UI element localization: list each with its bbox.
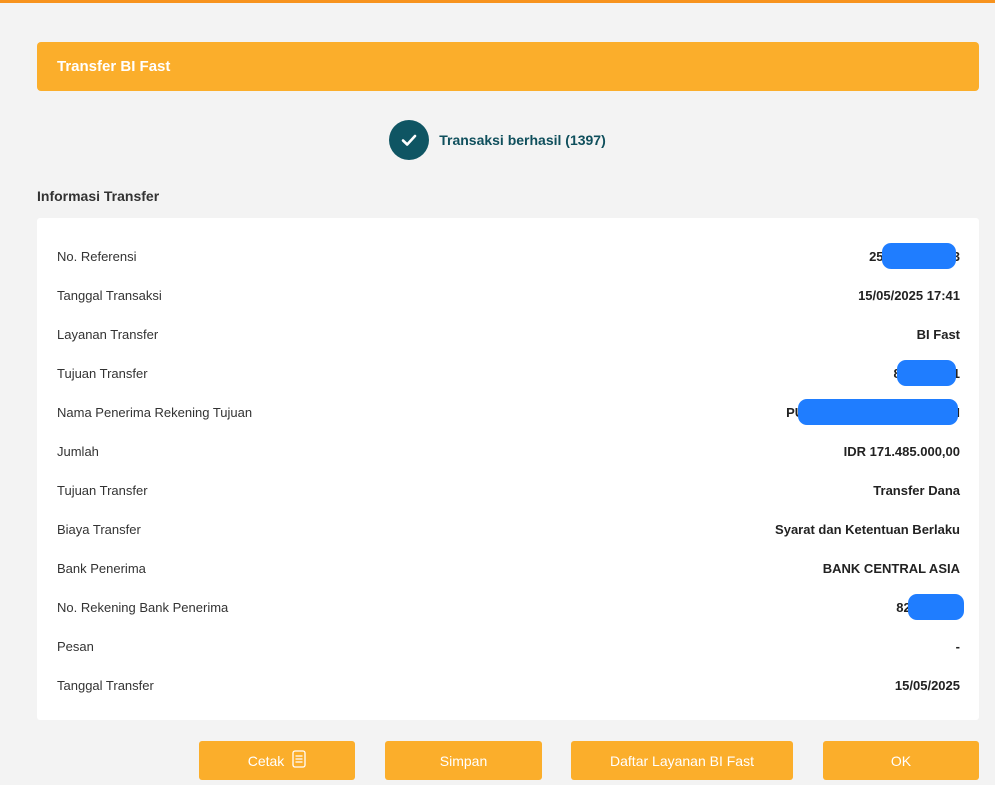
print-button-label: Cetak: [247, 752, 285, 769]
detail-label: Biaya Transfer: [57, 522, 141, 537]
detail-label: Nama Penerima Rekening Tujuan: [57, 405, 253, 420]
detail-label: Tanggal Transaksi: [57, 288, 162, 303]
bi-fast-service-list-button[interactable]: Daftar Layanan BI Fast: [571, 741, 793, 780]
detail-value: BI Fast: [916, 327, 960, 342]
page-header: Transfer BI Fast: [37, 42, 979, 91]
detail-label: No. Rekening Bank Penerima: [57, 600, 229, 615]
detail-label: Tujuan Transfer: [57, 483, 148, 498]
detail-row-transfer-date: Tanggal Transfer 15/05/2025: [37, 666, 979, 705]
detail-value: BANK CENTRAL ASIA: [822, 561, 960, 576]
detail-value: Syarat dan Ketentuan Berlaku: [775, 522, 960, 537]
status-message: Transaksi berhasil (1397): [439, 132, 606, 148]
detail-value: Transfer Dana: [873, 483, 960, 498]
detail-row-transfer-destination: Tujuan Transfer 81: [37, 354, 979, 393]
detail-label: Tujuan Transfer: [57, 366, 148, 381]
transaction-status: Transaksi berhasil (1397): [0, 120, 995, 160]
detail-value: IDR 171.485.000,00: [843, 444, 960, 459]
print-button[interactable]: Cetak: [199, 741, 355, 780]
detail-row-transaction-date: Tanggal Transaksi 15/05/2025 17:41: [37, 276, 979, 315]
detail-label: Bank Penerima: [57, 561, 146, 576]
detail-label: Tanggal Transfer: [57, 678, 154, 693]
detail-label: No. Referensi: [57, 249, 137, 264]
check-circle-icon: [389, 120, 430, 160]
detail-value: -: [955, 639, 960, 654]
section-title: Informasi Transfer: [37, 188, 160, 204]
save-button[interactable]: Simpan: [385, 741, 542, 780]
detail-label: Layanan Transfer: [57, 327, 159, 342]
detail-row-transfer-service: Layanan Transfer BI Fast: [37, 315, 979, 354]
detail-row-transfer-fee: Biaya Transfer Syarat dan Ketentuan Berl…: [37, 510, 979, 549]
page-title: Transfer BI Fast: [57, 58, 171, 75]
transfer-details-panel: No. Referensi 2503 Tanggal Transaksi 15/…: [37, 218, 979, 720]
detail-row-message: Pesan -: [37, 627, 979, 666]
detail-value: 15/05/2025: [894, 678, 960, 693]
top-accent-line: [0, 0, 995, 3]
redaction-mask: [882, 243, 957, 269]
ok-button[interactable]: OK: [823, 741, 979, 780]
redaction-mask: [908, 594, 965, 620]
detail-value: 821: [896, 594, 965, 620]
redaction-mask: [896, 360, 956, 386]
redaction-mask: [798, 399, 959, 425]
document-icon: [292, 750, 306, 771]
detail-row-amount: Jumlah IDR 171.485.000,00: [37, 432, 979, 471]
detail-row-recipient-bank: Bank Penerima BANK CENTRAL ASIA: [37, 549, 979, 588]
detail-row-transfer-purpose: Tujuan Transfer Transfer Dana: [37, 471, 979, 510]
detail-value: 15/05/2025 17:41: [858, 288, 960, 303]
detail-value: 2503: [869, 243, 960, 269]
detail-value: PUM: [786, 399, 960, 425]
detail-row-reference-number: No. Referensi 2503: [37, 237, 979, 276]
detail-label: Pesan: [57, 639, 94, 654]
detail-label: Jumlah: [57, 444, 99, 459]
detail-row-recipient-name: Nama Penerima Rekening Tujuan PUM: [37, 393, 979, 432]
detail-row-recipient-account: No. Rekening Bank Penerima 821: [37, 588, 979, 627]
detail-value: 81: [894, 360, 960, 386]
